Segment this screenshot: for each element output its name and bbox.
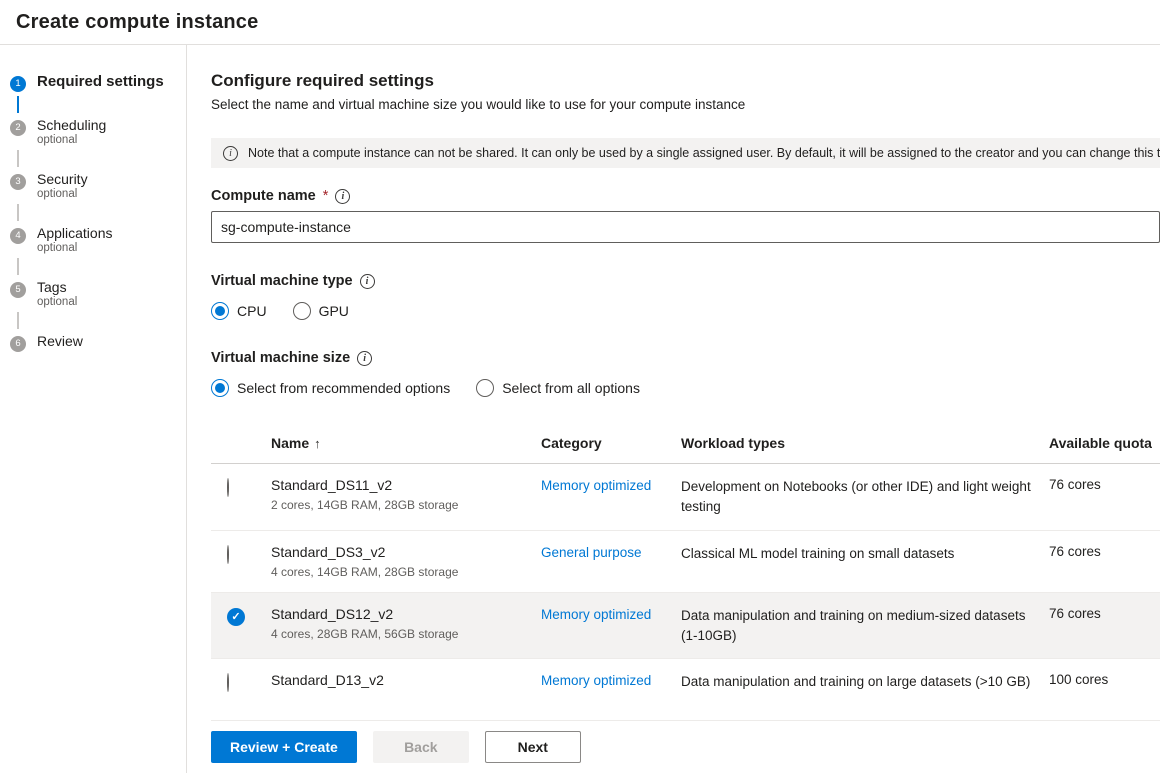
vm-type-option-gpu[interactable]: GPU <box>293 302 349 320</box>
main-panel: Configure required settings Select the n… <box>187 45 1160 773</box>
vm-size-label: Virtual machine size i <box>211 350 1160 366</box>
vm-size-option-recommended[interactable]: Select from recommended options <box>211 379 450 397</box>
vm-name: Standard_DS12_v2 <box>271 606 541 622</box>
category-link[interactable]: Memory optimized <box>541 478 651 493</box>
step-label: Tags <box>37 279 77 295</box>
info-icon[interactable]: i <box>335 189 350 204</box>
workload-types: Development on Notebooks (or other IDE) … <box>681 477 1049 518</box>
vm-type-option-cpu[interactable]: CPU <box>211 302 267 320</box>
step-connector <box>17 150 19 167</box>
step-number-badge: 6 <box>10 336 26 352</box>
info-icon[interactable]: i <box>360 274 375 289</box>
vm-name: Standard_D13_v2 <box>271 672 541 688</box>
step-connector <box>17 258 19 275</box>
row-radio-icon[interactable] <box>227 545 229 564</box>
vm-specs: 4 cores, 14GB RAM, 28GB storage <box>271 565 541 579</box>
vm-size-table: Name↑ Category Workload types Available … <box>211 423 1160 721</box>
section-heading: Configure required settings <box>211 71 1160 91</box>
row-radio-icon[interactable] <box>227 478 229 497</box>
back-button[interactable]: Back <box>373 731 469 763</box>
vm-size-option-all[interactable]: Select from all options <box>476 379 640 397</box>
row-radio-icon[interactable] <box>227 673 229 692</box>
vm-specs: 2 cores, 14GB RAM, 28GB storage <box>271 498 541 512</box>
step-optional-label: optional <box>37 242 113 254</box>
step-number-badge: 4 <box>10 228 26 244</box>
table-row[interactable]: Standard_DS11_v2 2 cores, 14GB RAM, 28GB… <box>211 464 1160 531</box>
radio-unselected-icon[interactable] <box>293 302 311 320</box>
step-optional-label: optional <box>37 134 106 146</box>
category-link[interactable]: General purpose <box>541 545 642 560</box>
workload-types: Classical ML model training on small dat… <box>681 544 1049 564</box>
step-connector <box>17 96 19 113</box>
step-optional-label: optional <box>37 188 88 200</box>
section-subheading: Select the name and virtual machine size… <box>211 97 1160 112</box>
column-header-category[interactable]: Category <box>541 435 681 451</box>
step-label: Applications <box>37 225 113 241</box>
radio-selected-icon[interactable] <box>211 302 229 320</box>
stepper-step-applications[interactable]: 4 Applications optional <box>10 225 180 254</box>
stepper-step-required-settings[interactable]: 1 Required settings <box>10 73 180 92</box>
stepper-step-scheduling[interactable]: 2 Scheduling optional <box>10 117 180 146</box>
vm-name: Standard_DS11_v2 <box>271 477 541 493</box>
workload-types: Data manipulation and training on medium… <box>681 606 1049 647</box>
info-banner-text: Note that a compute instance can not be … <box>248 146 1160 160</box>
step-label: Required settings <box>37 73 164 90</box>
radio-selected-icon[interactable] <box>211 379 229 397</box>
step-connector <box>17 312 19 329</box>
step-label: Review <box>37 333 83 349</box>
info-banner: i Note that a compute instance can not b… <box>211 138 1160 168</box>
page-title: Create compute instance <box>16 11 258 34</box>
next-button[interactable]: Next <box>485 731 581 763</box>
available-quota: 100 cores <box>1049 672 1160 687</box>
step-optional-label: optional <box>37 296 77 308</box>
step-connector <box>17 204 19 221</box>
vm-name: Standard_DS3_v2 <box>271 544 541 560</box>
sort-ascending-icon[interactable]: ↑ <box>314 436 321 451</box>
table-row[interactable]: Standard_DS3_v2 4 cores, 14GB RAM, 28GB … <box>211 531 1160 593</box>
step-label: Scheduling <box>37 117 106 133</box>
available-quota: 76 cores <box>1049 477 1160 492</box>
table-row[interactable]: Standard_D13_v2 Memory optimized Data ma… <box>211 659 1160 721</box>
radio-unselected-icon[interactable] <box>476 379 494 397</box>
step-number-badge: 1 <box>10 76 26 92</box>
column-header-workload[interactable]: Workload types <box>681 435 1049 451</box>
step-label: Security <box>37 171 88 187</box>
category-link[interactable]: Memory optimized <box>541 607 651 622</box>
stepper-step-review[interactable]: 6 Review <box>10 333 180 352</box>
workload-types: Data manipulation and training on large … <box>681 672 1049 692</box>
stepper-step-tags[interactable]: 5 Tags optional <box>10 279 180 308</box>
page-header: Create compute instance <box>0 0 1160 45</box>
row-selected-check-icon[interactable]: ✓ <box>227 608 245 626</box>
stepper-step-security[interactable]: 3 Security optional <box>10 171 180 200</box>
wizard-footer: Review + Create Back Next <box>187 723 1160 773</box>
step-number-badge: 3 <box>10 174 26 190</box>
category-link[interactable]: Memory optimized <box>541 673 651 688</box>
available-quota: 76 cores <box>1049 544 1160 559</box>
compute-name-input[interactable] <box>211 211 1160 243</box>
vm-specs: 4 cores, 28GB RAM, 56GB storage <box>271 627 541 641</box>
wizard-stepper: 1 Required settings 2 Scheduling optiona… <box>0 45 187 773</box>
compute-name-label: Compute name * i <box>211 188 1160 204</box>
table-header-row: Name↑ Category Workload types Available … <box>211 423 1160 464</box>
table-row-selected[interactable]: ✓ Standard_DS12_v2 4 cores, 28GB RAM, 56… <box>211 593 1160 660</box>
column-header-name[interactable]: Name↑ <box>271 435 541 451</box>
info-icon: i <box>223 146 238 161</box>
vm-type-label: Virtual machine type i <box>211 273 1160 289</box>
column-header-quota[interactable]: Available quota <box>1049 435 1160 451</box>
info-icon[interactable]: i <box>357 351 372 366</box>
step-number-badge: 2 <box>10 120 26 136</box>
available-quota: 76 cores <box>1049 606 1160 621</box>
review-create-button[interactable]: Review + Create <box>211 731 357 763</box>
required-mark: * <box>323 188 329 204</box>
step-number-badge: 5 <box>10 282 26 298</box>
